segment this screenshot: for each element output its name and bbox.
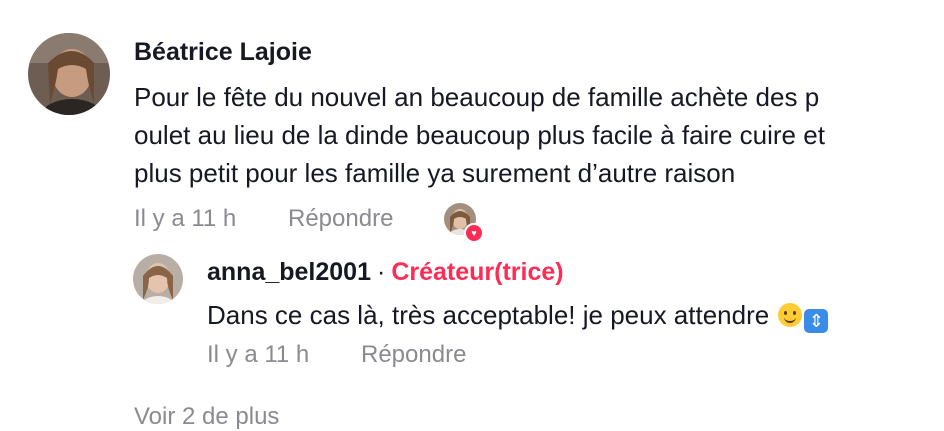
profile-photo <box>28 33 110 115</box>
avatar[interactable] <box>133 254 183 304</box>
reply-timestamp: Il y a 11 h <box>207 341 310 368</box>
comment-text: Pour le fête du nouvel an beaucoup de fa… <box>134 78 914 192</box>
comment-text-line: plus petit pour les famille ya surement … <box>134 158 736 188</box>
comment-text-line: Pour le fête du nouvel an beaucoup de fa… <box>134 82 820 112</box>
reply-header: anna_bel2001 · Créateur(trice) <box>207 258 564 287</box>
profile-photo <box>133 254 183 304</box>
reply-text-row: Dans ce cas là, très acceptable! je peux… <box>207 300 829 333</box>
reply-text: Dans ce cas là, très acceptable! je peux… <box>207 300 770 330</box>
comment-timestamp: Il y a 11 h <box>134 205 237 232</box>
comment-text-line: oulet au lieu de la dinde beaucoup plus … <box>134 120 825 150</box>
reply-button[interactable]: Répondre <box>361 341 466 369</box>
slightly-smiling-face-icon <box>778 303 803 327</box>
comment-thread: Béatrice Lajoie Pour le fête du nouvel a… <box>0 0 944 430</box>
reply-author[interactable]: anna_bel2001 <box>207 258 371 286</box>
reply-button[interactable]: Répondre <box>288 205 393 233</box>
separator: · <box>377 258 386 286</box>
view-more-replies-button[interactable]: Voir 2 de plus <box>134 403 279 431</box>
comment-author[interactable]: Béatrice Lajoie <box>134 38 312 67</box>
up-down-arrow-icon: ⇕ <box>804 309 829 333</box>
avatar[interactable] <box>28 33 110 115</box>
creator-badge: Créateur(trice) <box>391 258 564 286</box>
heart-icon: ♥ <box>464 223 484 243</box>
creator-liked-indicator: ♥ <box>444 203 484 243</box>
